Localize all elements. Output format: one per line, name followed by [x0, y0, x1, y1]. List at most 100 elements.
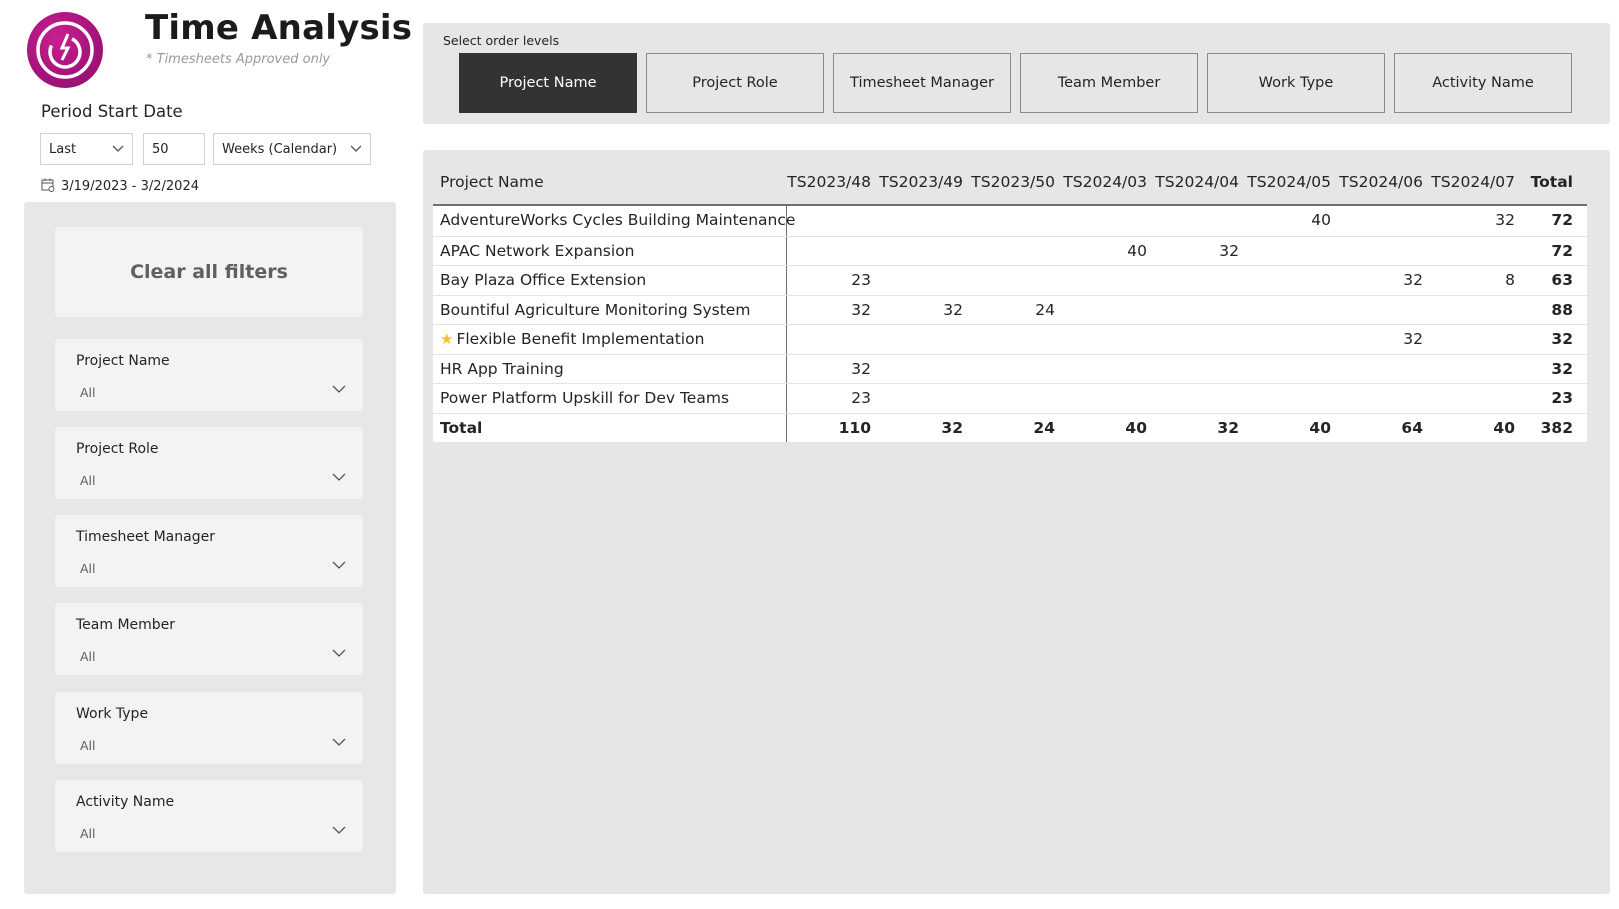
clear-all-filters-button[interactable]: Clear all filters — [55, 227, 363, 317]
table-cell[interactable] — [879, 325, 971, 354]
row-header-project[interactable]: AdventureWorks Cycles Building Maintenan… — [433, 206, 795, 236]
table-cell[interactable] — [879, 384, 971, 413]
table-cell[interactable] — [1339, 296, 1431, 325]
table-cell[interactable] — [879, 237, 971, 266]
table-cell[interactable] — [1247, 237, 1339, 266]
table-cell[interactable] — [971, 325, 1063, 354]
column-total-cell[interactable]: 32 — [879, 414, 971, 443]
table-cell[interactable] — [1247, 325, 1339, 354]
table-cell[interactable] — [1155, 325, 1247, 354]
row-total-cell[interactable]: 72 — [1523, 237, 1579, 266]
table-cell[interactable] — [1247, 384, 1339, 413]
table-cell[interactable]: 32 — [879, 296, 971, 325]
row-total-cell[interactable]: 23 — [1523, 384, 1579, 413]
table-cell[interactable] — [1247, 266, 1339, 295]
table-cell[interactable] — [1063, 384, 1155, 413]
table-row[interactable]: APAC Network Expansion 40 32 72 — [433, 235, 1587, 266]
row-header-project[interactable]: HR App Training — [433, 354, 787, 383]
table-cell[interactable]: 32 — [1431, 206, 1523, 236]
table-cell[interactable] — [1339, 355, 1431, 384]
table-row[interactable]: Bountiful Agriculture Monitoring System 3… — [433, 294, 1587, 325]
row-header-project[interactable]: Bay Plaza Office Extension — [433, 266, 787, 295]
grand-total-cell[interactable]: 382 — [1523, 414, 1579, 443]
order-button-team-member[interactable]: Team Member — [1020, 53, 1198, 113]
column-header-total[interactable]: Total — [1523, 156, 1579, 204]
row-total-cell[interactable]: 32 — [1523, 355, 1579, 384]
order-button-project-role[interactable]: Project Role — [646, 53, 824, 113]
order-button-timesheet-manager[interactable]: Timesheet Manager — [833, 53, 1011, 113]
table-cell[interactable] — [1339, 237, 1431, 266]
column-header[interactable]: TS2024/05 — [1247, 156, 1339, 204]
table-cell[interactable] — [971, 384, 1063, 413]
column-header[interactable]: TS2024/03 — [1063, 156, 1155, 204]
table-cell[interactable] — [1431, 237, 1523, 266]
row-total-cell[interactable]: 88 — [1523, 296, 1579, 325]
table-cell[interactable] — [1155, 355, 1247, 384]
column-total-cell[interactable]: 24 — [971, 414, 1063, 443]
filter-dropdown[interactable]: All — [76, 555, 346, 579]
column-header[interactable]: TS2023/50 — [971, 156, 1063, 204]
period-unit-dropdown[interactable]: Weeks (Calendar) — [213, 133, 371, 165]
row-total-cell[interactable]: 63 — [1523, 266, 1579, 295]
column-total-cell[interactable]: 64 — [1339, 414, 1431, 443]
table-cell[interactable]: 32 — [1155, 237, 1247, 266]
table-cell[interactable] — [1247, 355, 1339, 384]
table-cell[interactable] — [1063, 206, 1155, 236]
filter-dropdown[interactable]: All — [76, 820, 346, 844]
table-row[interactable]: AdventureWorks Cycles Building Maintenan… — [433, 206, 1587, 236]
column-header[interactable]: TS2023/49 — [879, 156, 971, 204]
table-cell[interactable]: 40 — [1063, 237, 1155, 266]
row-header-project[interactable]: ★ Flexible Benefit Implementation — [433, 325, 787, 354]
table-cell[interactable] — [1431, 325, 1523, 354]
table-row[interactable]: Power Platform Upskill for Dev Teams 23 23 — [433, 383, 1587, 413]
table-cell[interactable] — [1339, 384, 1431, 413]
filter-dropdown[interactable]: All — [76, 379, 346, 403]
table-cell[interactable] — [1431, 296, 1523, 325]
table-cell[interactable] — [971, 266, 1063, 295]
column-total-cell[interactable]: 40 — [1247, 414, 1339, 443]
table-cell[interactable] — [1155, 296, 1247, 325]
period-count-input[interactable]: 50 — [143, 133, 205, 165]
table-cell[interactable] — [971, 355, 1063, 384]
table-cell[interactable] — [1155, 206, 1247, 236]
column-header-project-name[interactable]: Project Name — [433, 156, 787, 204]
column-total-cell[interactable]: 32 — [1155, 414, 1247, 443]
table-cell[interactable] — [971, 237, 1063, 266]
table-cell[interactable]: 32 — [787, 355, 879, 384]
filter-dropdown[interactable]: All — [76, 643, 346, 667]
table-cell[interactable] — [879, 355, 971, 384]
table-cell[interactable] — [787, 325, 879, 354]
table-cell[interactable]: 23 — [787, 266, 879, 295]
order-button-activity-name[interactable]: Activity Name — [1394, 53, 1572, 113]
column-header[interactable]: TS2023/48 — [787, 156, 879, 204]
column-total-cell[interactable]: 40 — [1063, 414, 1155, 443]
column-header[interactable]: TS2024/04 — [1155, 156, 1247, 204]
column-total-cell[interactable]: 110 — [787, 414, 879, 443]
table-row[interactable]: Bay Plaza Office Extension 23 32 8 63 — [433, 265, 1587, 295]
order-button-work-type[interactable]: Work Type — [1207, 53, 1385, 113]
table-cell[interactable] — [879, 206, 971, 236]
column-total-cell[interactable]: 40 — [1431, 414, 1523, 443]
order-button-project-name[interactable]: Project Name — [459, 53, 637, 113]
table-cell[interactable]: 32 — [1339, 266, 1431, 295]
row-total-cell[interactable]: 32 — [1523, 325, 1579, 354]
row-header-project[interactable]: Bountiful Agriculture Monitoring System — [433, 295, 787, 324]
row-header-project[interactable]: Power Platform Upskill for Dev Teams — [433, 384, 787, 413]
table-row[interactable]: ★ Flexible Benefit Implementation 32 32 — [433, 324, 1587, 354]
row-header-project[interactable]: APAC Network Expansion — [433, 236, 787, 265]
table-cell[interactable]: 23 — [787, 384, 879, 413]
table-cell[interactable]: 32 — [787, 296, 879, 325]
table-cell[interactable]: 40 — [1247, 206, 1339, 236]
row-total-cell[interactable]: 72 — [1523, 206, 1579, 236]
filter-dropdown[interactable]: All — [76, 467, 346, 491]
table-cell[interactable] — [1063, 266, 1155, 295]
table-cell[interactable] — [971, 206, 1063, 236]
table-cell[interactable]: 24 — [971, 296, 1063, 325]
table-cell[interactable] — [787, 237, 879, 266]
table-cell[interactable] — [1431, 355, 1523, 384]
table-cell[interactable] — [1339, 206, 1431, 236]
table-cell[interactable] — [1063, 296, 1155, 325]
table-cell[interactable] — [1063, 325, 1155, 354]
table-row[interactable]: HR App Training 32 32 — [433, 353, 1587, 384]
table-cell[interactable]: 8 — [1431, 266, 1523, 295]
